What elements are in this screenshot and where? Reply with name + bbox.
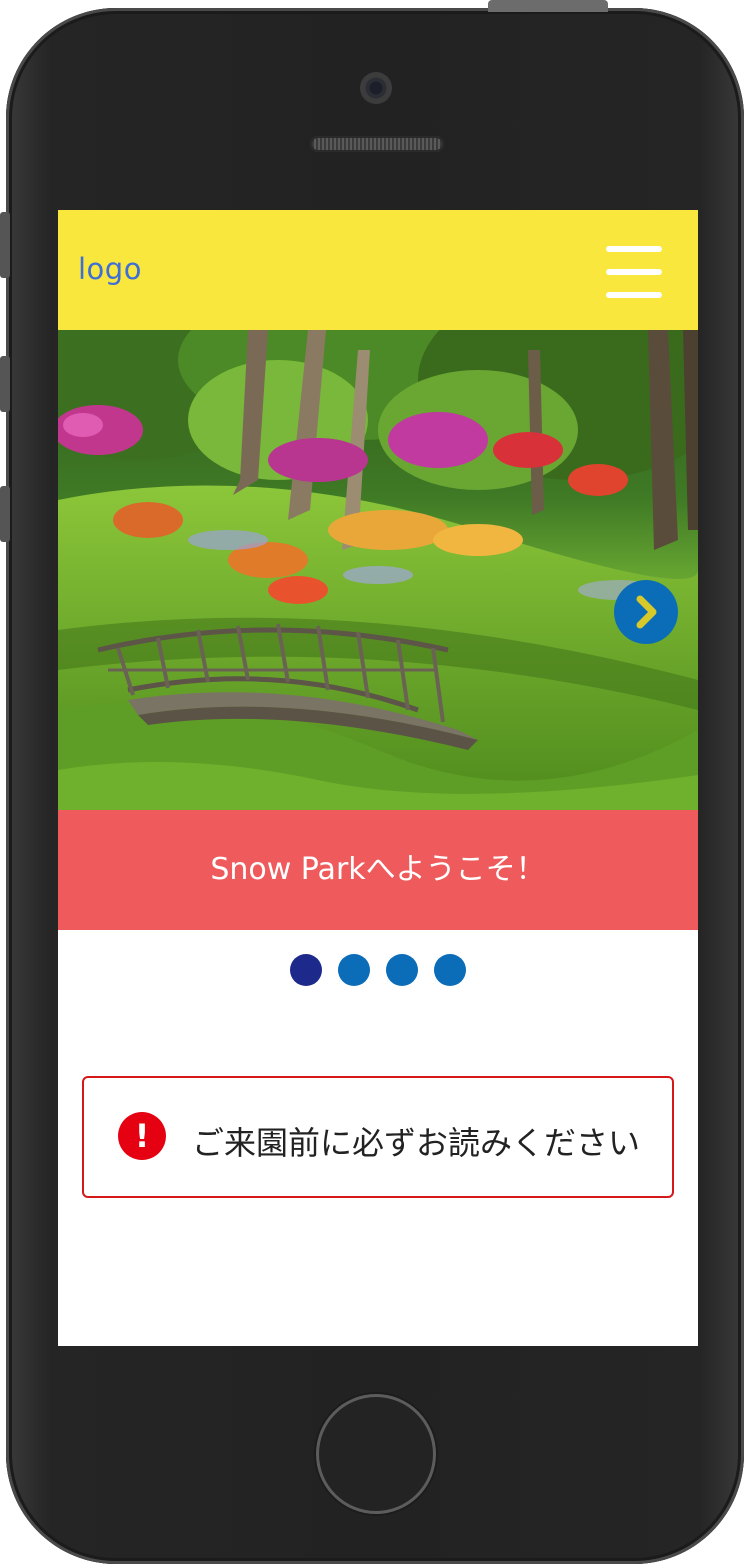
carousel-pagination (290, 954, 470, 988)
earpiece-speaker (310, 136, 444, 152)
hero-caption: Snow Parkへようこそ！ (58, 810, 698, 930)
exclamation-icon: ! (118, 1112, 166, 1160)
carousel-dot-2[interactable] (338, 954, 370, 986)
park-garden-bridge-photo (58, 330, 698, 810)
notice-banner[interactable]: ! ご来園前に必ずお読みください (82, 1076, 674, 1198)
home-button[interactable] (316, 1394, 436, 1514)
site-logo[interactable]: logo (78, 252, 142, 286)
volume-up-button (0, 356, 10, 412)
notice-text: ご来園前に必ずお読みください (192, 1124, 641, 1162)
screen: logo Snow Parkへようこそ！ ! ご来園前に必ずお読みください (58, 210, 698, 1346)
carousel-dot-4[interactable] (434, 954, 466, 986)
carousel-dot-3[interactable] (386, 954, 418, 986)
chevron-right-icon[interactable] (614, 580, 678, 644)
hero-slide (58, 330, 698, 810)
site-header: logo (58, 210, 698, 330)
mute-switch (0, 212, 10, 278)
front-camera-icon (360, 72, 392, 104)
volume-down-button (0, 486, 10, 542)
power-button (488, 0, 608, 12)
hamburger-menu-icon[interactable] (602, 246, 662, 298)
carousel-dot-1[interactable] (290, 954, 322, 986)
